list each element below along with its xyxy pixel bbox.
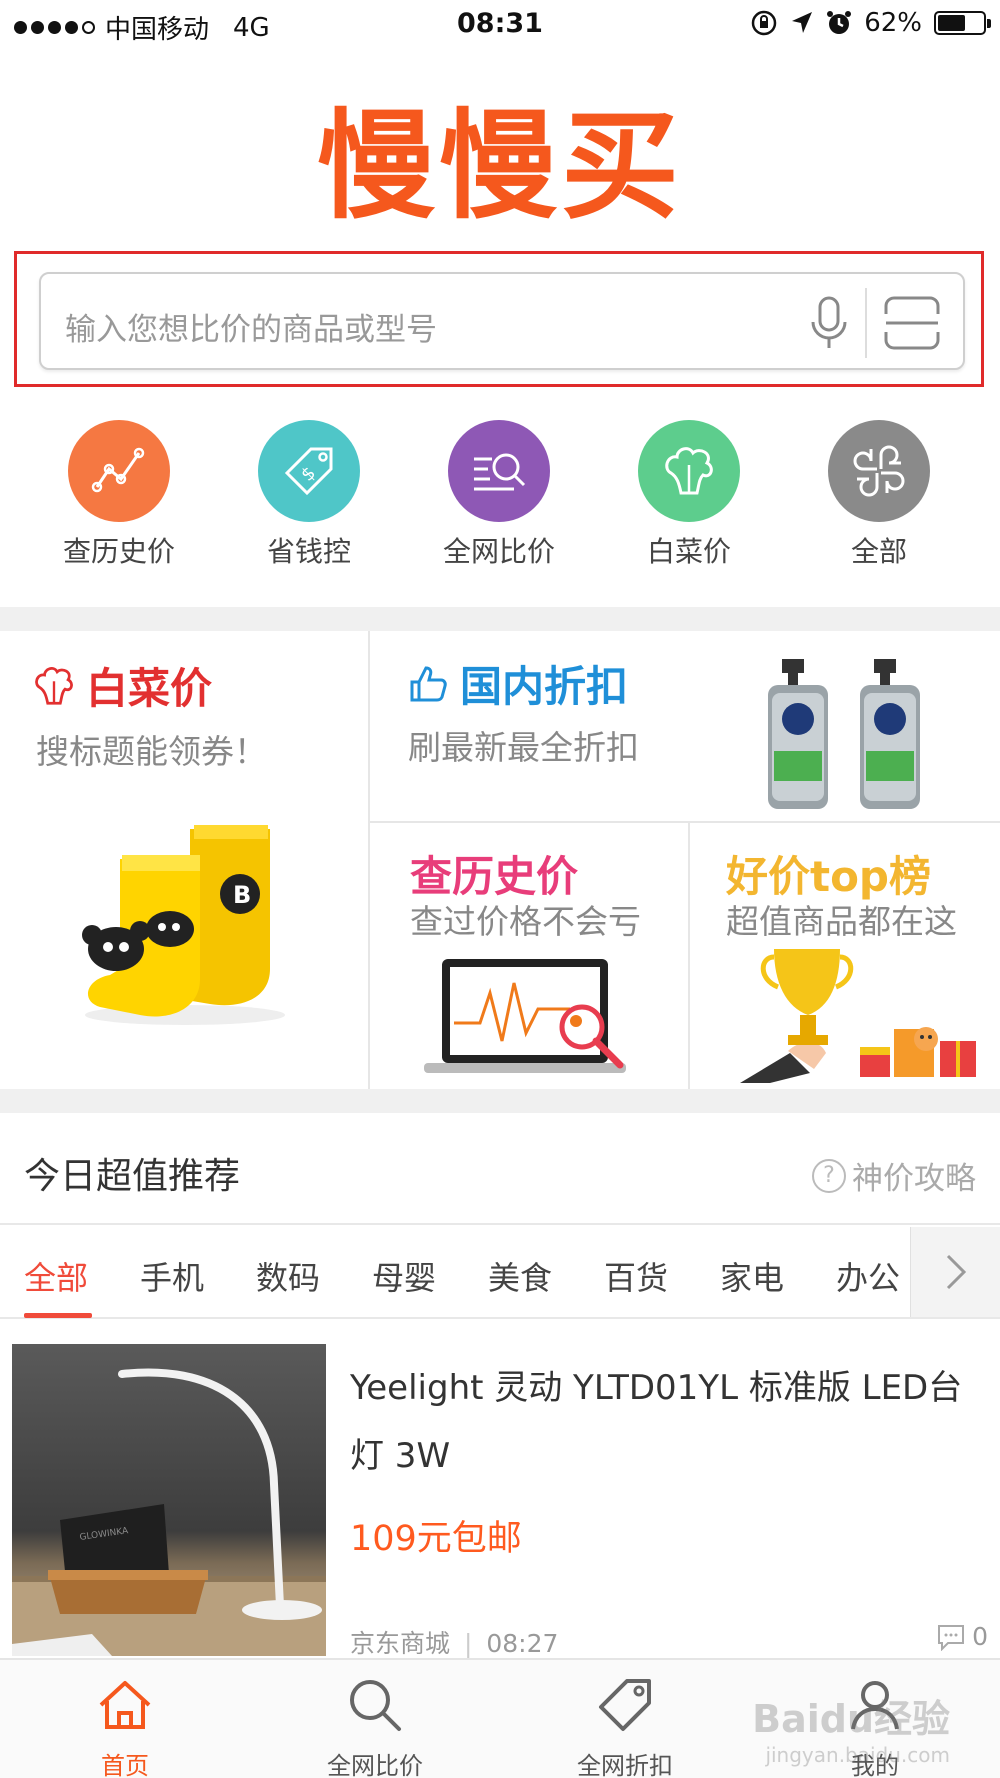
bottom-nav: 首页 全网比价 全网折扣 我的 Baidu经验 jingyan.baidu.co… [0, 1658, 1000, 1778]
product-time: 08:27 [486, 1629, 559, 1658]
feature-title: 国内折扣 [460, 662, 629, 711]
nav-label: 全网折扣 [577, 1752, 673, 1778]
battery-icon [934, 11, 991, 35]
question-icon: ? [812, 1158, 846, 1193]
search-divider [865, 288, 867, 358]
trophy-gifts-image [740, 949, 976, 1083]
quick-link-label: 全部 [850, 535, 907, 568]
feature-title: 白菜价 [86, 664, 213, 713]
product-item[interactable]: GLOWINKA Yeelight 灵动 YLTD01YL 标准版 LED台灯 … [0, 1344, 1000, 1658]
battery-level-fill [938, 15, 966, 31]
section-divider [0, 1089, 1000, 1113]
battery-percent: 62% [864, 8, 922, 38]
tag-icon [599, 1679, 651, 1731]
baidu-watermark: Baidu经验 jingyan.baidu.com [752, 1688, 950, 1767]
rain-boots-image: B [82, 825, 285, 1025]
chevron-right-icon [946, 1254, 966, 1290]
comment-count-value: 0 [972, 1622, 988, 1651]
home-icon [99, 1681, 151, 1729]
quick-link-save[interactable]: $ 省钱控 [214, 420, 404, 570]
quick-link-label: 白菜价 [646, 535, 731, 568]
product-meta: 京东商城 | 08:27 [350, 1624, 558, 1660]
active-tab-indicator [24, 1313, 92, 1318]
rotation-lock-icon [751, 10, 777, 36]
nav-discount[interactable]: 全网折扣 [500, 1672, 750, 1778]
alarm-icon [827, 11, 852, 34]
location-arrow-icon [792, 12, 813, 33]
quick-links: 查历史价 $ 省钱控 全网比价 白菜价 全部 [0, 420, 1000, 570]
trend-chart-icon [68, 420, 170, 522]
quick-link-history[interactable]: 查历史价 [24, 420, 214, 570]
quick-link-compare[interactable]: 全网比价 [404, 420, 594, 570]
quick-link-all[interactable]: 全部 [784, 420, 974, 570]
feature-domestic-discount[interactable]: 国内折扣 刷最新最全折扣 [370, 631, 1000, 821]
tab-appliance[interactable]: 家电 [720, 1253, 784, 1299]
product-name[interactable]: Yeelight 灵动 YLTD01YL 标准版 LED台灯 3W [350, 1354, 980, 1490]
category-tabs: 全部 手机 数码 母婴 美食 百货 家电 办公 [0, 1227, 1000, 1319]
feature-subtitle: 超值商品都在这 [726, 902, 957, 941]
nav-label: 全网比价 [327, 1752, 423, 1778]
compare-search-icon [448, 420, 550, 522]
search-highlight-frame: 输入您想比价的商品或型号 [14, 251, 984, 387]
feature-top-list[interactable]: 好价top榜 超值商品都在这 [690, 823, 1000, 1089]
feature-price-history[interactable]: 查历史价 查过价格不会亏 [370, 823, 688, 1089]
app-logo: 慢慢买 [316, 97, 683, 235]
tabs-more-button[interactable] [910, 1227, 1000, 1317]
microphone-icon[interactable] [807, 296, 851, 352]
feature-subtitle: 刷最新最全折扣 [408, 728, 639, 767]
barcode-scan-icon[interactable] [883, 296, 941, 350]
watermark-sub: jingyan.baidu.com [765, 1743, 950, 1767]
desk-lamp-image: GLOWINKA [12, 1368, 326, 1656]
recommend-title: 今日超值推荐 [24, 1156, 241, 1197]
status-bar: 中国移动 4G 08:31 62% [0, 0, 1000, 50]
recommend-header: 今日超值推荐 ? 神价攻略 [0, 1113, 1000, 1225]
facial-cleanser-image [768, 659, 920, 809]
tab-food[interactable]: 美食 [488, 1253, 552, 1299]
comment-count[interactable]: 0 [936, 1622, 988, 1651]
tab-office[interactable]: 办公 [836, 1253, 900, 1299]
feature-grid: 白菜价 搜标题能领券！ B 国内折扣 刷最新最全折扣 查历史价 查过价格不会亏 … [0, 631, 1000, 1089]
status-right: 62% [750, 8, 991, 38]
search-placeholder: 输入您想比价的商品或型号 [65, 312, 437, 348]
price-guide-label: 神价攻略 [852, 1161, 976, 1197]
section-divider [0, 607, 1000, 631]
price-tag-icon: $ [258, 420, 360, 522]
watermark-main: Baidu经验 [752, 1697, 950, 1741]
nav-compare[interactable]: 全网比价 [250, 1672, 500, 1778]
search-icon [350, 1680, 401, 1731]
laptop-chart-image [424, 959, 626, 1073]
tab-phone[interactable]: 手机 [140, 1253, 204, 1299]
quick-link-label: 省钱控 [266, 535, 351, 568]
price-guide-link[interactable]: ? 神价攻略 [812, 1153, 976, 1198]
tab-digital[interactable]: 数码 [256, 1253, 320, 1299]
search-input[interactable]: 输入您想比价的商品或型号 [39, 272, 965, 370]
cabbage-icon [638, 420, 740, 522]
quick-link-label: 全网比价 [442, 535, 555, 568]
meta-separator: | [463, 1629, 473, 1658]
feature-subtitle: 搜标题能领券！ [36, 732, 267, 771]
tab-general[interactable]: 百货 [604, 1253, 668, 1299]
feature-subtitle: 查过价格不会亏 [410, 902, 641, 941]
svg-text:B: B [233, 881, 251, 909]
tab-baby[interactable]: 母婴 [372, 1253, 436, 1299]
nav-label: 首页 [101, 1752, 149, 1778]
nav-home[interactable]: 首页 [0, 1672, 250, 1778]
tab-all[interactable]: 全部 [24, 1253, 88, 1299]
thumbs-up-icon [410, 665, 447, 701]
comment-icon [938, 1624, 965, 1651]
product-store: 京东商城 [350, 1629, 451, 1658]
cabbage-outline-icon [35, 666, 73, 705]
product-price: 109元包邮 [350, 1519, 522, 1559]
product-image: GLOWINKA [12, 1344, 326, 1656]
quick-link-cabbage[interactable]: 白菜价 [594, 420, 784, 570]
quick-link-label: 查历史价 [62, 535, 175, 568]
feature-cabbage[interactable]: 白菜价 搜标题能领券！ B [0, 631, 368, 1089]
grid-icon [828, 420, 930, 522]
